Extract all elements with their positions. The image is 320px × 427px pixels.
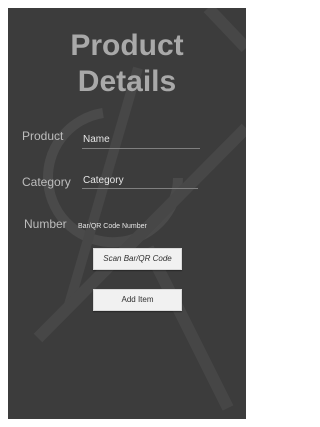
product-label: Product	[22, 129, 64, 143]
add-item-button[interactable]: Add Item	[93, 289, 182, 311]
product-name-underline	[82, 148, 200, 149]
page-title-line-2: Details	[77, 65, 177, 98]
page-title-line-1: Product	[70, 29, 184, 62]
category-value: Category	[83, 175, 124, 186]
category-label: Category	[22, 175, 71, 189]
barcode-number-value: Bar/QR Code Number	[78, 223, 147, 230]
barcode-number-field[interactable]: Bar/QR Code Number	[78, 223, 198, 237]
app-screen: Product Details Product Name Category Ca…	[8, 8, 246, 419]
category-underline	[82, 188, 198, 189]
product-name-value: Name	[83, 134, 110, 145]
scan-barcode-button[interactable]: Scan Bar/QR Code	[93, 248, 182, 270]
number-label: Number	[24, 217, 67, 231]
